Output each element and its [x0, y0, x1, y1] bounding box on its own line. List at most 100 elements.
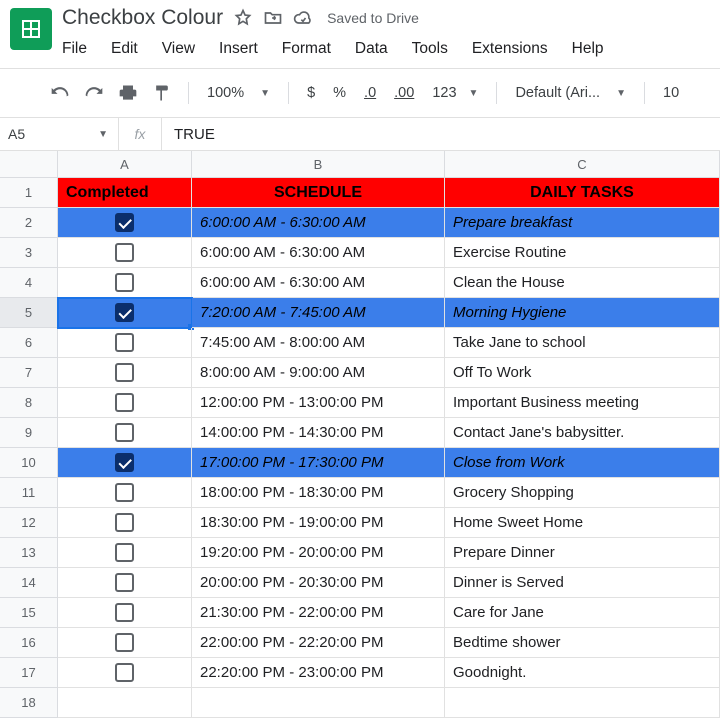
paint-format-icon[interactable]	[148, 79, 176, 107]
cell-schedule[interactable]: 14:00:00 PM - 14:30:00 PM	[192, 418, 445, 448]
cell-task[interactable]: Bedtime shower	[445, 628, 720, 658]
cell-schedule[interactable]: 19:20:00 PM - 20:00:00 PM	[192, 538, 445, 568]
menu-insert[interactable]: Insert	[207, 36, 270, 62]
menu-edit[interactable]: Edit	[99, 36, 150, 62]
checkbox[interactable]	[115, 663, 134, 682]
cell-schedule[interactable]: 20:00:00 PM - 20:30:00 PM	[192, 568, 445, 598]
cell-task[interactable]: Close from Work	[445, 448, 720, 478]
menu-help[interactable]: Help	[560, 36, 616, 62]
cell-task[interactable]: Home Sweet Home	[445, 508, 720, 538]
increase-decimal[interactable]: .00	[388, 85, 420, 101]
row-header-2[interactable]: 2	[0, 208, 58, 238]
checkbox[interactable]	[115, 273, 134, 292]
cell-completed[interactable]	[58, 598, 192, 628]
menu-extensions[interactable]: Extensions	[460, 36, 560, 62]
cell-completed[interactable]	[58, 418, 192, 448]
cell-completed[interactable]	[58, 388, 192, 418]
row-header-12[interactable]: 12	[0, 508, 58, 538]
checkbox[interactable]	[115, 453, 134, 472]
cell-completed[interactable]	[58, 328, 192, 358]
cell-schedule[interactable]: 18:30:00 PM - 19:00:00 PM	[192, 508, 445, 538]
cell-schedule[interactable]: 18:00:00 PM - 18:30:00 PM	[192, 478, 445, 508]
formula-input[interactable]: TRUE	[162, 126, 720, 143]
undo-icon[interactable]	[46, 79, 74, 107]
spreadsheet-grid[interactable]: A B C 1 Completed SCHEDULE DAILY TASKS 2…	[0, 151, 720, 718]
cell-completed[interactable]	[58, 568, 192, 598]
cell-task[interactable]: Clean the House	[445, 268, 720, 298]
checkbox[interactable]	[115, 363, 134, 382]
row-header-3[interactable]: 3	[0, 238, 58, 268]
cell-schedule[interactable]: 12:00:00 PM - 13:00:00 PM	[192, 388, 445, 418]
cell-task[interactable]: Off To Work	[445, 358, 720, 388]
font-select[interactable]: Default (Ari... ▼	[509, 85, 632, 101]
select-all-corner[interactable]	[0, 151, 58, 178]
cell-schedule[interactable]: 6:00:00 AM - 6:30:00 AM	[192, 208, 445, 238]
cell-task[interactable]: Take Jane to school	[445, 328, 720, 358]
cell-task[interactable]	[445, 688, 720, 718]
cell-schedule[interactable]: 22:20:00 PM - 23:00:00 PM	[192, 658, 445, 688]
print-icon[interactable]	[114, 79, 142, 107]
cell-completed[interactable]	[58, 358, 192, 388]
cell-completed[interactable]	[58, 538, 192, 568]
row-header-1[interactable]: 1	[0, 178, 58, 208]
row-header-10[interactable]: 10	[0, 448, 58, 478]
more-formats[interactable]: 123 ▼	[426, 85, 484, 101]
checkbox[interactable]	[115, 303, 134, 322]
format-percent[interactable]: %	[327, 85, 352, 101]
cell-task[interactable]: Dinner is Served	[445, 568, 720, 598]
col-header-B[interactable]: B	[192, 151, 445, 178]
cell-schedule[interactable]: 21:30:00 PM - 22:00:00 PM	[192, 598, 445, 628]
cell-schedule[interactable]: 7:20:00 AM - 7:45:00 AM	[192, 298, 445, 328]
header-schedule[interactable]: SCHEDULE	[192, 178, 445, 208]
row-header-7[interactable]: 7	[0, 358, 58, 388]
cell-completed[interactable]	[58, 508, 192, 538]
name-box[interactable]: A5	[0, 126, 58, 142]
row-header-4[interactable]: 4	[0, 268, 58, 298]
row-header-18[interactable]: 18	[0, 688, 58, 718]
checkbox[interactable]	[115, 543, 134, 562]
cell-completed[interactable]	[58, 688, 192, 718]
row-header-16[interactable]: 16	[0, 628, 58, 658]
cell-schedule[interactable]: 7:45:00 AM - 8:00:00 AM	[192, 328, 445, 358]
cell-completed[interactable]	[58, 268, 192, 298]
menu-file[interactable]: File	[62, 36, 99, 62]
row-header-6[interactable]: 6	[0, 328, 58, 358]
cell-completed[interactable]	[58, 658, 192, 688]
decrease-decimal[interactable]: .0	[358, 85, 382, 101]
cell-schedule[interactable]: 8:00:00 AM - 9:00:00 AM	[192, 358, 445, 388]
cell-schedule[interactable]	[192, 688, 445, 718]
star-icon[interactable]	[233, 8, 253, 28]
cell-task[interactable]: Goodnight.	[445, 658, 720, 688]
cell-task[interactable]: Prepare breakfast	[445, 208, 720, 238]
header-tasks[interactable]: DAILY TASKS	[445, 178, 720, 208]
cloud-saved-icon[interactable]	[293, 8, 313, 28]
menu-format[interactable]: Format	[270, 36, 343, 62]
cell-schedule[interactable]: 6:00:00 AM - 6:30:00 AM	[192, 268, 445, 298]
cell-schedule[interactable]: 17:00:00 PM - 17:30:00 PM	[192, 448, 445, 478]
cell-completed[interactable]	[58, 298, 192, 328]
font-size[interactable]: 10	[657, 85, 685, 101]
cell-task[interactable]: Exercise Routine	[445, 238, 720, 268]
zoom-select[interactable]: 100% ▼	[201, 85, 276, 101]
row-header-15[interactable]: 15	[0, 598, 58, 628]
format-currency[interactable]: $	[301, 85, 321, 101]
checkbox[interactable]	[115, 393, 134, 412]
cell-completed[interactable]	[58, 208, 192, 238]
row-header-9[interactable]: 9	[0, 418, 58, 448]
menu-tools[interactable]: Tools	[400, 36, 460, 62]
checkbox[interactable]	[115, 573, 134, 592]
checkbox[interactable]	[115, 513, 134, 532]
row-header-11[interactable]: 11	[0, 478, 58, 508]
cell-task[interactable]: Prepare Dinner	[445, 538, 720, 568]
cell-task[interactable]: Contact Jane's babysitter.	[445, 418, 720, 448]
row-header-13[interactable]: 13	[0, 538, 58, 568]
checkbox[interactable]	[115, 633, 134, 652]
row-header-14[interactable]: 14	[0, 568, 58, 598]
header-completed[interactable]: Completed	[58, 178, 192, 208]
doc-title[interactable]: Checkbox Colour	[62, 6, 223, 30]
menu-view[interactable]: View	[150, 36, 207, 62]
checkbox[interactable]	[115, 483, 134, 502]
checkbox[interactable]	[115, 333, 134, 352]
cell-completed[interactable]	[58, 478, 192, 508]
row-header-5[interactable]: 5	[0, 298, 58, 328]
